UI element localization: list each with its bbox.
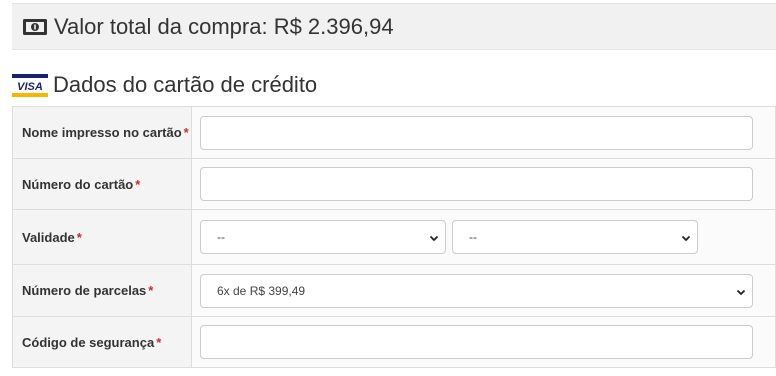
expiry-year-value: -- [469,230,477,244]
required-marker: * [76,229,82,245]
expiry-year-select[interactable]: -- [452,220,698,254]
installments-field-cell: 6x de R$ 399,49 [191,264,776,317]
number-field-cell [191,158,776,210]
form-row-number: Número do cartão * [12,158,776,210]
name-field-cell [191,106,776,159]
cvv-field-cell [191,316,776,368]
order-total-bar: Valor total da compra: R$ 2.396,94 [12,3,776,50]
visa-card-icon: VISA [12,73,48,97]
name-label-cell: Nome impresso no cartão * [12,106,192,159]
money-bill-icon [22,18,48,36]
required-marker: * [135,176,141,192]
expiry-label-cell: Validade * [12,209,192,265]
security-code-input[interactable] [200,325,753,359]
svg-text:VISA: VISA [17,81,43,93]
installments-select[interactable]: 6x de R$ 399,49 [200,273,753,308]
form-row-installments: Número de parcelas * 6x de R$ 399,49 [12,264,776,317]
chevron-down-icon [681,232,691,242]
form-row-name: Nome impresso no cartão * [12,106,776,159]
card-section-title: VISA Dados do cartão de crédito [12,70,317,100]
required-marker: * [183,125,189,140]
expiry-field-cell: -- -- [191,209,776,265]
cvv-label-cell: Código de segurança * [12,316,192,368]
name-label: Nome impresso no cartão [22,125,182,140]
expiry-selects: -- -- [200,220,753,254]
form-row-expiry: Validade * -- -- [12,209,776,265]
number-label: Número do cartão [22,176,134,192]
form-row-cvv: Código de segurança * [12,316,776,368]
number-label-cell: Número do cartão * [12,158,192,210]
installments-label: Número de parcelas [22,283,147,298]
installments-value: 6x de R$ 399,49 [217,283,306,298]
cardholder-name-input[interactable] [200,115,753,150]
expiry-month-select[interactable]: -- [200,220,446,254]
expiry-label: Validade [22,229,75,245]
card-number-input[interactable] [200,167,753,201]
cvv-label: Código de segurança [22,334,155,350]
chevron-down-icon [736,286,746,296]
expiry-month-value: -- [217,230,225,244]
installments-label-cell: Número de parcelas * [12,264,192,317]
card-section-heading: Dados do cartão de crédito [53,72,318,97]
required-marker: * [156,334,162,350]
chevron-down-icon [429,232,439,242]
card-form-table: Nome impresso no cartão * Número do cartã… [12,106,776,368]
required-marker: * [148,283,154,298]
order-total-label: Valor total da compra: R$ 2.396,94 [54,13,394,39]
